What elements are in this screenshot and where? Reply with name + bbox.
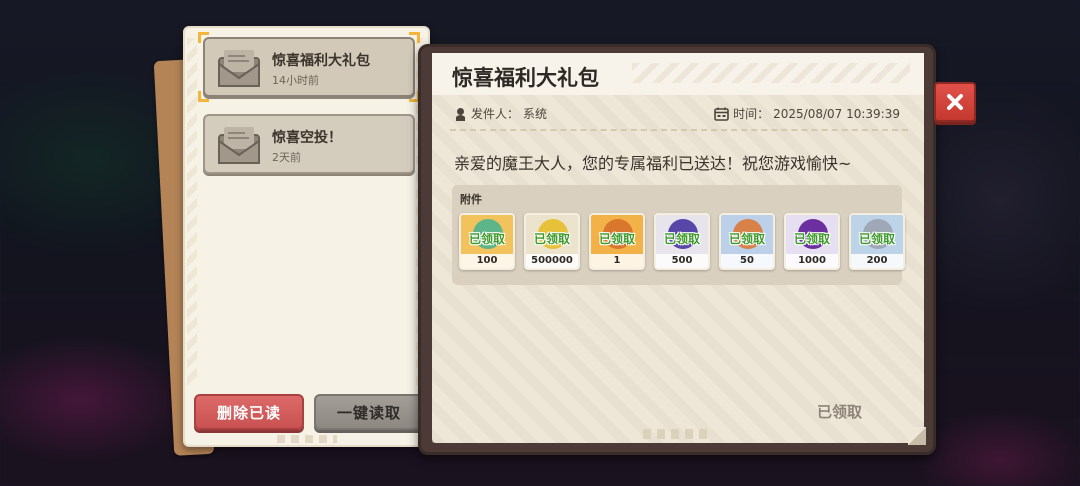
delete-read-label: 删除已读: [216, 403, 281, 422]
attachment-quantity: 1: [591, 254, 643, 268]
mail-item-time: 14小时前: [272, 74, 319, 87]
read-all-button[interactable]: 一键读取: [314, 394, 424, 430]
read-all-label: 一键读取: [336, 403, 401, 422]
attachment-item[interactable]: 已领取 50: [719, 213, 775, 270]
mail-item-selected[interactable]: 惊喜福利大礼包 14小时前: [198, 32, 420, 102]
mail-detail-panel: 惊喜福利大礼包 发件人： 系统 时间： 2025/08/07 10:39:39 …: [432, 53, 926, 445]
claimed-label: 已领取: [663, 232, 700, 246]
sender-label: 发件人：: [471, 107, 520, 121]
attachments-box: 附件 已领取 100 已领取 500000 已领取 1 已领取 500 已领取 50 已领取 1000…: [452, 185, 905, 285]
time-label: 时间：: [733, 107, 770, 121]
attachment-quantity: 50: [721, 254, 773, 268]
list-bottom-decoration: [276, 435, 337, 443]
claimed-label: 已领取: [468, 232, 505, 246]
mail-title: 惊喜福利大礼包: [452, 66, 599, 90]
claimed-label: 已领取: [728, 232, 765, 246]
selection-corner: [198, 91, 209, 102]
calendar-icon: [714, 107, 729, 121]
list-border-decoration: [187, 38, 197, 385]
mail-item-title: 惊喜福利大礼包: [272, 53, 370, 69]
attachment-item[interactable]: 已领取 500000: [524, 213, 580, 270]
header-decoration: [632, 63, 910, 83]
attachment-quantity: 1000: [786, 254, 838, 268]
attachment-quantity: 500: [656, 254, 708, 268]
close-icon: [947, 94, 963, 110]
claimed-label: 已领取: [598, 232, 635, 246]
attachment-item[interactable]: 已领取 500: [654, 213, 710, 270]
attachments-label: 附件: [460, 193, 482, 206]
open-envelope-icon: [218, 50, 260, 87]
mail-item[interactable]: 惊喜空投！ 2天前: [203, 114, 415, 174]
page-curl: [908, 427, 926, 445]
close-button[interactable]: [934, 82, 976, 122]
time-row: 时间： 2025/08/07 10:39:39: [714, 105, 900, 122]
selection-corner: [409, 32, 420, 43]
attachment-item[interactable]: 已领取 200: [849, 213, 905, 270]
divider: [450, 129, 908, 131]
attachment-quantity: 100: [461, 254, 513, 268]
bottom-decoration: [643, 429, 713, 439]
time-value: 2025/08/07 10:39:39: [773, 106, 900, 121]
delete-read-button[interactable]: 删除已读: [194, 394, 304, 430]
sender-value: 系统: [523, 107, 548, 121]
mail-item-title: 惊喜空投！: [272, 130, 342, 146]
attachment-quantity: 500000: [526, 254, 578, 268]
attachment-item[interactable]: 已领取 1: [589, 213, 645, 270]
claimed-label: 已领取: [793, 232, 830, 246]
attachment-quantity: 200: [851, 254, 903, 268]
mail-list-panel: 惊喜福利大礼包 14小时前 惊喜空投！ 2天前 删除已读 一键读取: [183, 26, 430, 447]
mail-body-text: 亲爱的魔王大人，您的专属福利已送达！祝您游戏愉快~: [454, 154, 852, 173]
attachment-item[interactable]: 已领取 1000: [784, 213, 840, 270]
claimed-label: 已领取: [858, 232, 895, 246]
claimed-status: 已领取: [816, 403, 862, 421]
detail-header: 惊喜福利大礼包: [432, 53, 924, 95]
claimed-label: 已领取: [533, 232, 570, 246]
person-icon: [456, 107, 465, 121]
attachment-item[interactable]: 已领取 100: [459, 213, 515, 270]
selection-corner: [198, 32, 209, 43]
sender-row: 发件人： 系统: [454, 105, 547, 122]
mail-item-time: 2天前: [272, 151, 301, 164]
open-envelope-icon: [218, 127, 260, 164]
